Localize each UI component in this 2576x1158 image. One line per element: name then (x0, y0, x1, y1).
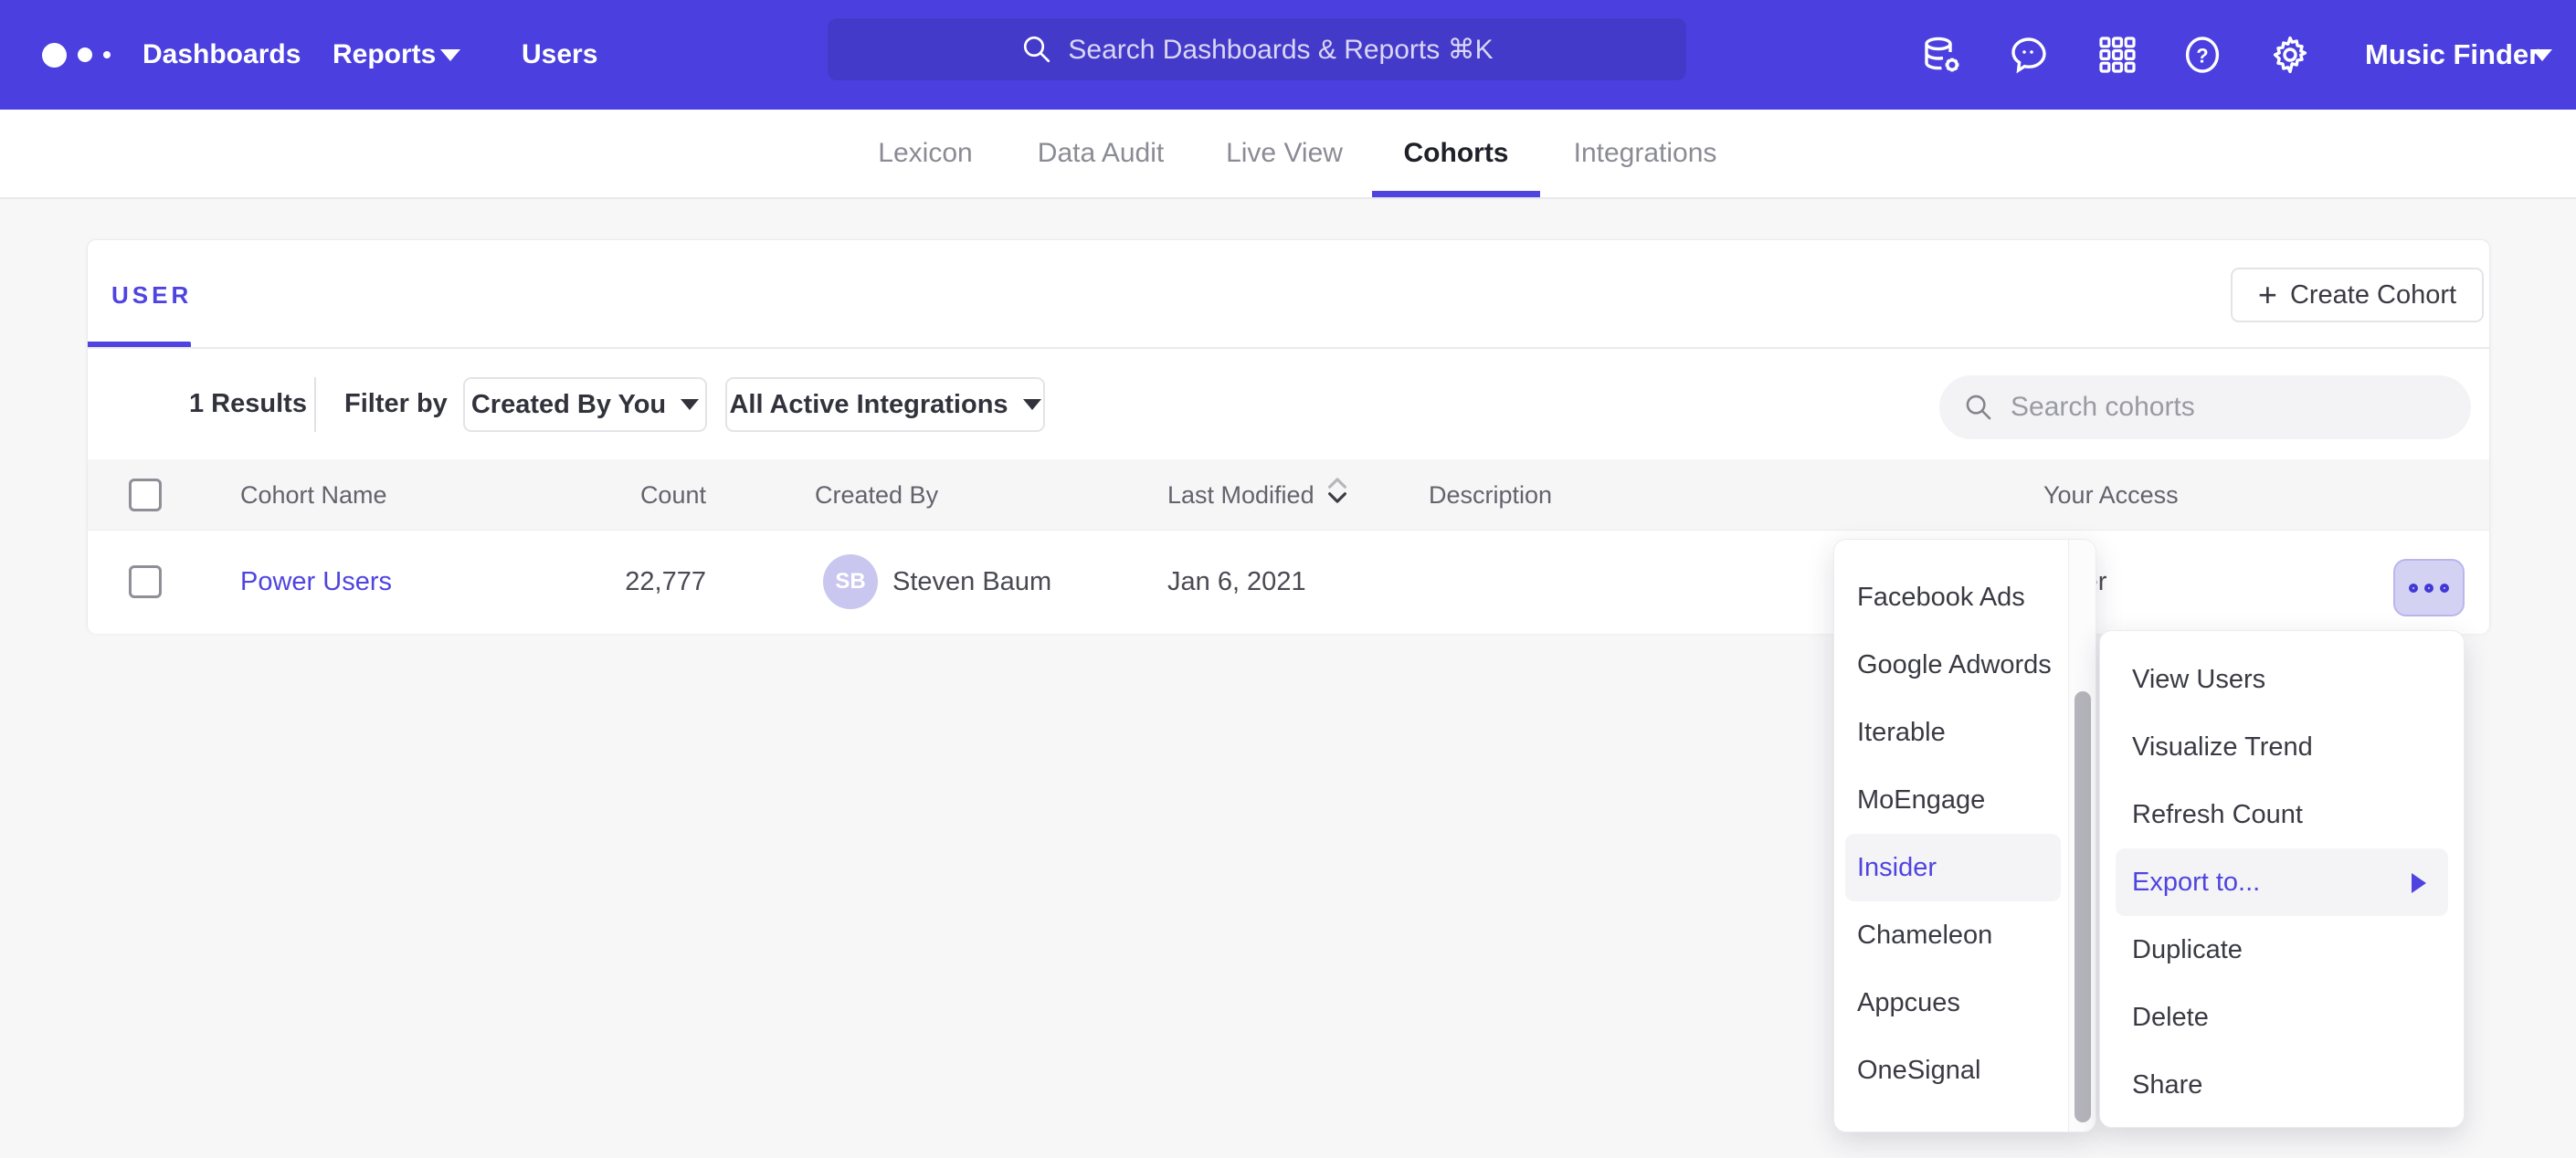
tab-user-cohorts[interactable]: USER (111, 281, 192, 310)
column-header-created-by[interactable]: Created By (815, 459, 938, 531)
cohort-search-input[interactable] (2011, 392, 2431, 423)
workspace-chevron-down-icon (2532, 49, 2552, 61)
apps-grid-icon[interactable] (2096, 33, 2139, 77)
dot-icon (2440, 584, 2449, 593)
logo-dot-medium (78, 47, 92, 62)
integrations-filter-dropdown[interactable]: All Active Integrations (725, 377, 1045, 432)
column-header-count[interactable]: Count (471, 459, 706, 531)
help-icon[interactable]: ? (2180, 33, 2224, 77)
created-by-filter-label: Created By You (471, 390, 666, 420)
column-header-cohort-name[interactable]: Cohort Name (240, 459, 387, 531)
create-cohort-label: Create Cohort (2290, 280, 2456, 311)
menu-item-visualize-trend[interactable]: Visualize Trend (2100, 713, 2464, 781)
menu-item-appcues[interactable]: Appcues (1834, 969, 2070, 1037)
chevron-down-icon (440, 49, 460, 61)
menu-item-chameleon[interactable]: Chameleon (1834, 901, 2070, 969)
table-row: Power Users 22,777 SB Steven Baum Jan 6,… (88, 531, 2489, 634)
last-modified-label: Last Modified (1167, 481, 1314, 509)
tab-lexicon[interactable]: Lexicon (878, 110, 972, 197)
menu-item-onesignal[interactable]: OneSignal (1834, 1037, 2070, 1104)
last-modified-date: Jan 6, 2021 (1167, 531, 1306, 634)
global-search-input[interactable]: Search Dashboards & Reports ⌘K (828, 18, 1686, 80)
menu-item-insider[interactable]: Insider (1845, 834, 2061, 901)
created-by-filter-dropdown[interactable]: Created By You (463, 377, 707, 432)
menu-item-duplicate[interactable]: Duplicate (2100, 916, 2464, 984)
created-by-name: Steven Baum (892, 531, 1051, 634)
integrations-filter-label: All Active Integrations (729, 390, 1008, 420)
submenu-scrollbar (2068, 540, 2096, 1132)
tab-data-audit[interactable]: Data Audit (1038, 110, 1164, 197)
export-destinations-list: Braze Facebook Ads Google Adwords Iterab… (1834, 540, 2070, 1132)
global-search-placeholder: Search Dashboards & Reports ⌘K (1068, 34, 1493, 66)
nav-item-dashboards[interactable]: Dashboards (143, 0, 301, 110)
top-navbar: Dashboards Reports Users Search Dashboar… (0, 0, 2576, 110)
cohort-name-link[interactable]: Power Users (240, 531, 392, 634)
dot-icon (2424, 584, 2433, 593)
mixpanel-dots-logo[interactable] (42, 0, 111, 110)
export-to-label: Export to... (2132, 868, 2260, 897)
column-header-your-access[interactable]: Your Access (2043, 459, 2179, 531)
menu-item-google-adwords[interactable]: Google Adwords (1834, 631, 2070, 699)
svg-text:?: ? (2196, 44, 2208, 67)
row-actions-button[interactable] (2393, 559, 2465, 616)
search-icon (1963, 392, 1994, 423)
menu-item-braze[interactable]: Braze (1834, 540, 2070, 563)
column-header-description[interactable]: Description (1429, 459, 1552, 531)
divider (88, 347, 2489, 349)
active-tab-underline (1372, 191, 1540, 197)
menu-item-export-to[interactable]: Export to... (2116, 848, 2448, 916)
export-destinations-submenu: Braze Facebook Ads Google Adwords Iterab… (1833, 539, 2096, 1132)
chevron-down-icon (681, 399, 699, 410)
plus-icon: + (2258, 279, 2277, 311)
create-cohort-button[interactable]: + Create Cohort (2231, 268, 2484, 322)
section-tabstrip: Lexicon Data Audit Live View Cohorts Int… (0, 110, 2576, 199)
results-count: 1 Results (189, 348, 307, 459)
cohorts-card: USER + Create Cohort 1 Results Filter by… (87, 239, 2490, 633)
menu-item-refresh-count[interactable]: Refresh Count (2100, 781, 2464, 848)
select-all-checkbox[interactable] (129, 479, 162, 511)
cohorts-page: { "colors":{ "navbar":"#4B40DF","nav-sea… (0, 0, 2576, 1158)
nav-item-reports[interactable]: Reports (333, 0, 436, 110)
avatar: SB (823, 554, 878, 609)
menu-item-share[interactable]: Share (2100, 1051, 2464, 1119)
menu-item-facebook-ads[interactable]: Facebook Ads (1834, 563, 2070, 631)
menu-item-moengage[interactable]: MoEngage (1834, 766, 2070, 834)
scrollbar-thumb[interactable] (2075, 691, 2091, 1122)
cohort-search-box (1939, 375, 2471, 439)
feedback-icon[interactable] (2007, 33, 2051, 77)
search-icon (1020, 33, 1053, 66)
filter-by-label: Filter by (344, 348, 448, 459)
tab-integrations[interactable]: Integrations (1574, 110, 1717, 197)
column-header-last-modified[interactable]: Last Modified (1167, 459, 1349, 531)
row-actions-menu: View Users Visualize Trend Refresh Count… (2099, 630, 2465, 1128)
settings-gear-icon[interactable] (2268, 33, 2312, 77)
submenu-arrow-icon (2412, 873, 2426, 893)
dot-icon (2409, 584, 2418, 593)
workspace-switcher[interactable]: Music Finder (2365, 0, 2539, 110)
sort-descending-icon[interactable] (1325, 461, 1349, 532)
table-header-row: Cohort Name Count Created By Last Modifi… (88, 459, 2489, 531)
menu-item-delete[interactable]: Delete (2100, 984, 2464, 1051)
row-checkbox[interactable] (129, 565, 162, 598)
logo-dot-small (103, 51, 111, 58)
menu-item-view-users[interactable]: View Users (2100, 646, 2464, 713)
tab-cohorts[interactable]: Cohorts (1404, 110, 1509, 197)
logo-dot-large (42, 43, 67, 68)
divider (314, 377, 316, 432)
tab-live-view[interactable]: Live View (1226, 110, 1343, 197)
nav-item-users[interactable]: Users (522, 0, 597, 110)
data-management-icon[interactable] (1920, 33, 1964, 77)
cohort-count: 22,777 (471, 531, 706, 634)
chevron-down-icon (1023, 399, 1041, 410)
menu-item-iterable[interactable]: Iterable (1834, 699, 2070, 766)
